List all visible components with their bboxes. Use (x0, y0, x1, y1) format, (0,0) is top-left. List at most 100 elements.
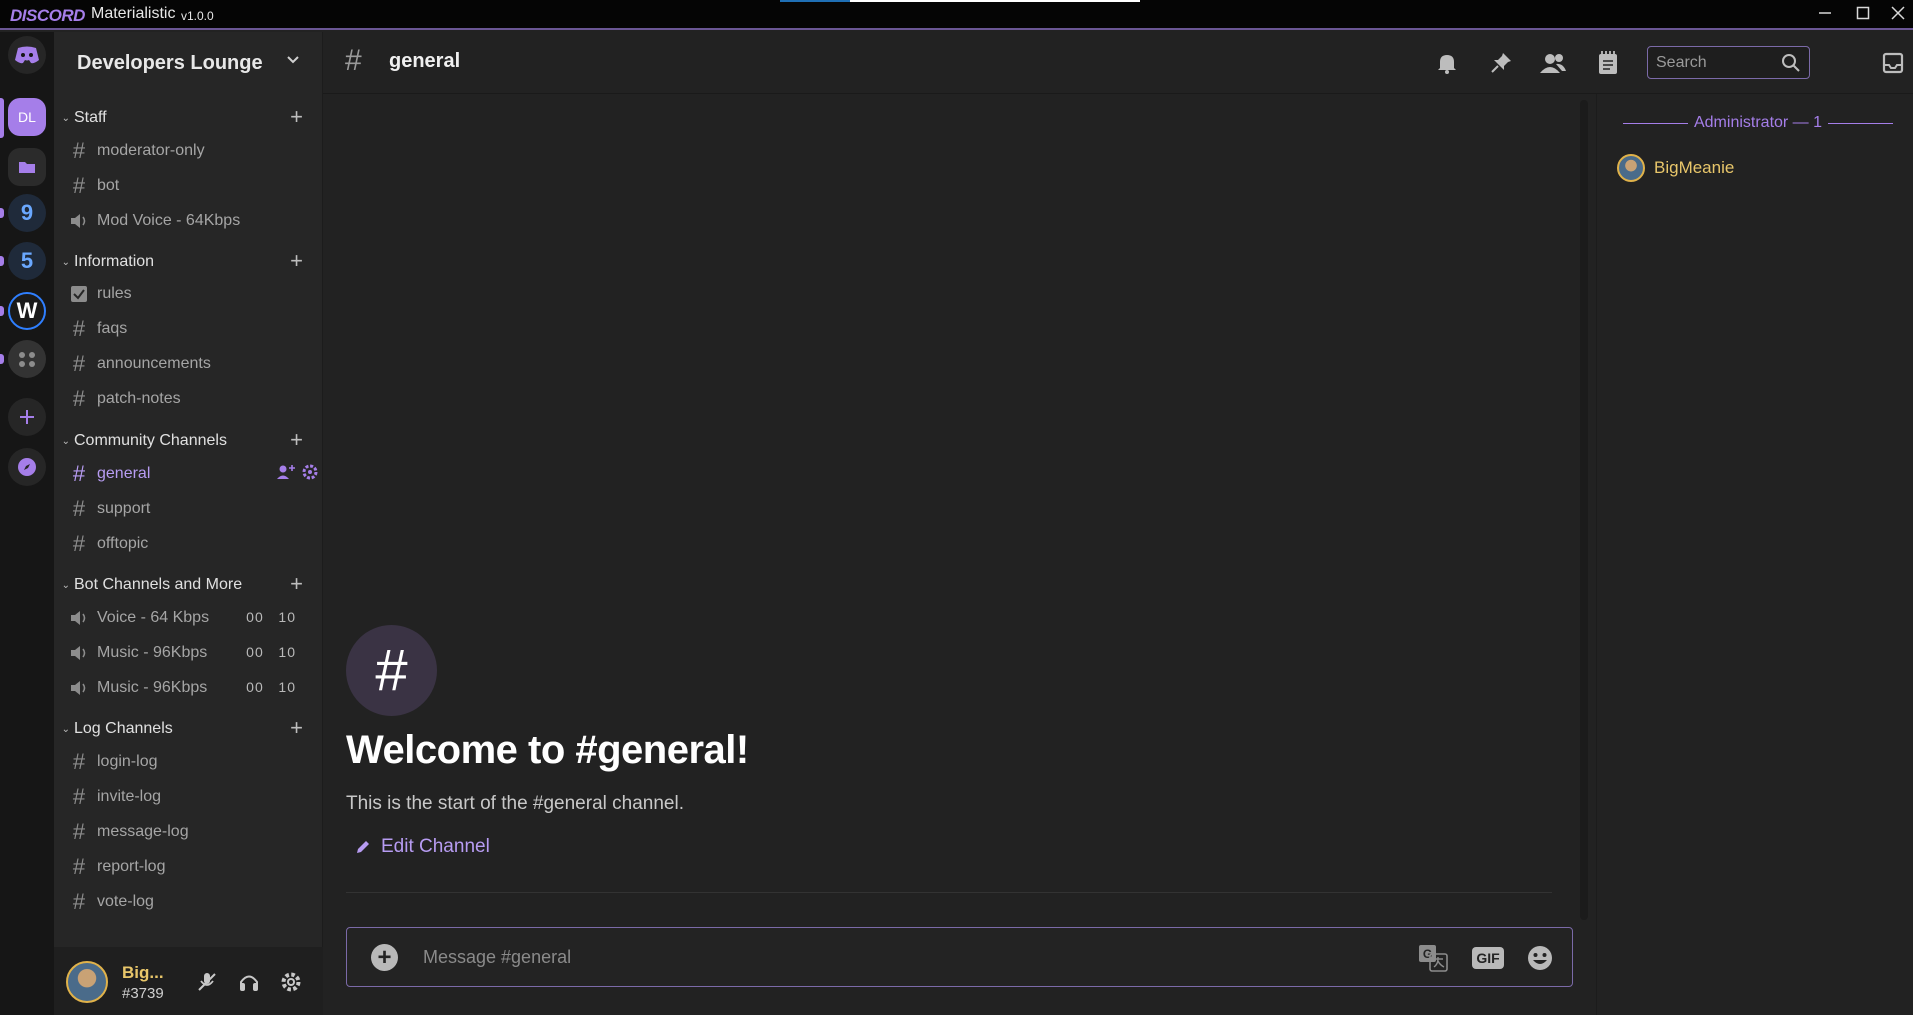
server-icon-misc[interactable] (8, 340, 46, 378)
channel-announcements[interactable]: # announcements (66, 349, 318, 379)
server-icon-developers-lounge[interactable]: DL (8, 98, 46, 136)
search-icon (1782, 54, 1800, 72)
add-attachment-plus-icon[interactable]: + (371, 944, 398, 971)
member-item[interactable]: BigMeanie (1617, 154, 1734, 182)
unread-pill (0, 306, 4, 316)
edit-channel-button[interactable]: Edit Channel (355, 836, 490, 858)
category-bot-channels[interactable]: ⌄ Bot Channels and More + (54, 573, 323, 597)
channel-rules[interactable]: rules (66, 279, 318, 309)
speaker-icon (66, 605, 92, 631)
category-staff[interactable]: ⌄ Staff + (54, 106, 323, 130)
channel-vote-log[interactable]: # vote-log (66, 887, 318, 917)
caret-down-icon: ⌄ (61, 256, 70, 268)
channel-label: login-log (97, 753, 158, 770)
inbox-button[interactable] (1878, 48, 1908, 78)
add-server-button[interactable] (8, 398, 46, 436)
server-icon-9[interactable]: 9 (8, 194, 46, 232)
mute-button[interactable] (194, 969, 220, 995)
maximize-button[interactable] (1849, 2, 1877, 24)
caret-down-icon: ⌄ (61, 723, 70, 735)
server-folder[interactable] (8, 148, 46, 186)
hash-icon: # (72, 316, 86, 341)
scrollbar[interactable] (1580, 100, 1588, 920)
server-icon-5[interactable]: 5 (8, 242, 46, 280)
voice-channel-music-2[interactable]: Music - 96Kbps 00 10 (66, 673, 318, 703)
pin-icon (1491, 53, 1511, 73)
notification-settings-button[interactable] (1432, 48, 1462, 78)
channel-patch-notes[interactable]: # patch-notes (66, 384, 318, 414)
locked-hash-icon: # (72, 138, 86, 163)
home-button[interactable] (8, 36, 46, 74)
invite-member-icon[interactable] (276, 464, 296, 480)
pinned-messages-button[interactable] (1486, 48, 1516, 78)
channel-label: Mod Voice - 64Kbps (97, 212, 241, 229)
member-name: BigMeanie (1654, 158, 1735, 177)
user-settings-button[interactable] (278, 969, 304, 995)
channel-label: invite-log (97, 788, 162, 805)
members-icon (1540, 54, 1566, 73)
channel-label: general (97, 465, 151, 482)
translate-button[interactable]: G (1417, 942, 1449, 974)
update-progress-segment (780, 0, 850, 2)
member-list: Administrator — 1 BigMeanie (1596, 94, 1913, 1015)
server-icon-w[interactable]: W (8, 292, 46, 330)
channel-label: message-log (97, 823, 189, 840)
discord-home-icon (15, 46, 39, 64)
create-channel-plus-icon[interactable]: + (290, 429, 303, 451)
gear-icon[interactable] (302, 464, 318, 480)
search-input[interactable] (1656, 52, 1776, 74)
checkbox-rules-icon (66, 281, 92, 307)
message-input[interactable] (423, 944, 1323, 970)
search-box[interactable] (1647, 46, 1810, 79)
member-list-button[interactable] (1538, 48, 1568, 78)
voice-channel-music-1[interactable]: Music - 96Kbps 00 10 (66, 638, 318, 668)
channel-bot[interactable]: # bot (66, 171, 318, 201)
voice-channel-mod-voice[interactable]: Mod Voice - 64Kbps (66, 206, 318, 236)
channel-offtopic[interactable]: # offtopic (66, 529, 318, 559)
voice-channel-voice-64[interactable]: Voice - 64 Kbps 00 10 (66, 603, 318, 633)
channel-faqs[interactable]: # faqs (66, 314, 318, 344)
channel-invite-log[interactable]: # invite-log (66, 782, 318, 812)
channel-report-log[interactable]: # report-log (66, 852, 318, 882)
create-channel-plus-icon[interactable]: + (290, 106, 303, 128)
channel-login-log[interactable]: # login-log (66, 747, 318, 777)
microphone-muted-icon (198, 973, 216, 991)
category-information[interactable]: ⌄ Information + (54, 250, 323, 274)
explore-servers-button[interactable] (8, 448, 46, 486)
channel-general[interactable]: # general (66, 459, 318, 489)
category-label: Bot Channels and More (74, 576, 243, 593)
gear-icon (281, 972, 301, 992)
channel-label: support (97, 500, 151, 517)
channel-support[interactable]: # support (66, 494, 318, 524)
channel-moderator-only[interactable]: # moderator-only (66, 136, 318, 166)
notepad-icon (1599, 51, 1617, 74)
server-grid-icon (19, 352, 35, 367)
deafen-button[interactable] (236, 969, 262, 995)
speaker-icon (66, 675, 92, 701)
divider (346, 892, 1552, 893)
voice-user-count: 00 10 (246, 679, 296, 695)
close-button[interactable] (1884, 2, 1912, 24)
category-community-channels[interactable]: ⌄ Community Channels + (54, 429, 323, 453)
create-channel-plus-icon[interactable]: + (290, 717, 303, 739)
hash-icon: # (72, 531, 86, 556)
pencil-icon (357, 841, 369, 853)
chevron-down-icon (287, 56, 299, 64)
channel-label: moderator-only (97, 142, 205, 159)
channel-message-log[interactable]: # message-log (66, 817, 318, 847)
emoji-picker-button[interactable] (1524, 942, 1556, 974)
minimize-button[interactable] (1811, 2, 1839, 24)
message-composer: + G GIF (346, 927, 1573, 987)
update-progress-track (850, 0, 1140, 2)
avatar[interactable] (66, 961, 108, 1003)
gif-picker-button[interactable]: GIF (1470, 942, 1506, 974)
unread-pill (0, 256, 4, 266)
create-channel-plus-icon[interactable]: + (290, 573, 303, 595)
channel-label: Music - 96Kbps (97, 644, 208, 661)
unread-pill (0, 354, 4, 364)
notes-button[interactable] (1593, 48, 1623, 78)
server-name: Developers Lounge (77, 51, 263, 74)
create-channel-plus-icon[interactable]: + (290, 250, 303, 272)
category-log-channels[interactable]: ⌄ Log Channels + (54, 717, 323, 741)
server-header[interactable]: Developers Lounge (54, 32, 323, 94)
